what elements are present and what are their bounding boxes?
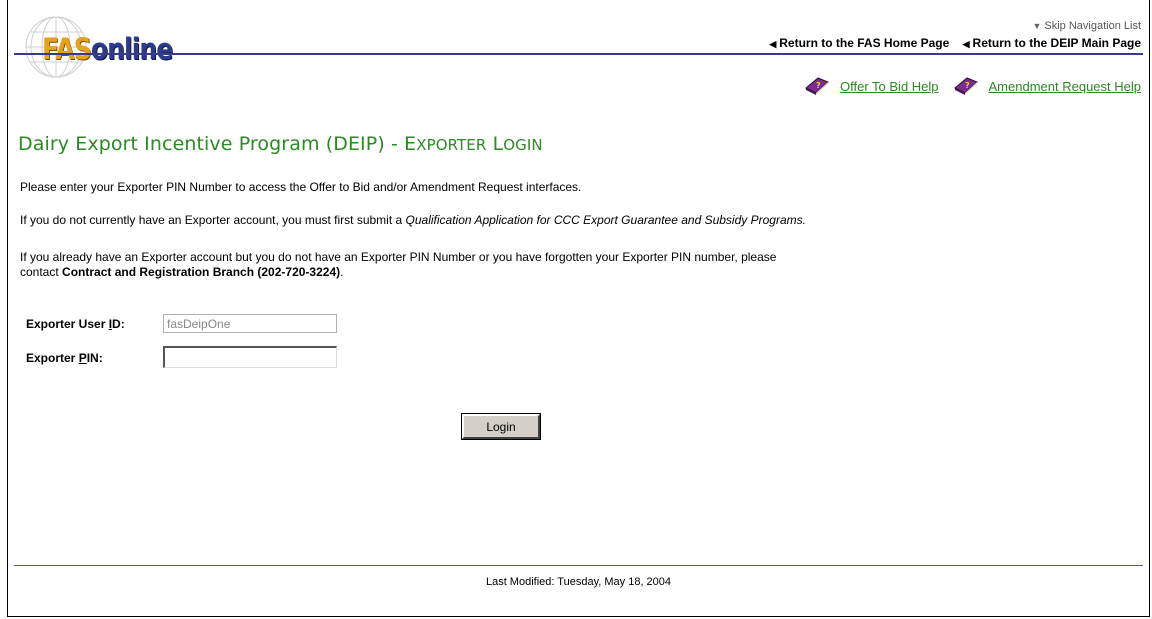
help-links: ? Offer To Bid Help ? Amendment Request … [790,76,1141,96]
skip-nav-label: Skip Navigation List [1044,20,1141,32]
page-frame: FASonline ▼ Skip Navigation List ◀ Return … [7,0,1150,617]
top-nav-links: ◀ Return to the FAS Home Page ◀ Return to … [759,36,1141,50]
logo-online: online [90,32,173,66]
last-modified: Last Modified: Tuesday, May 18, 2004 [485,576,672,588]
login-button[interactable]: Login [461,413,541,440]
instruction-paragraph: Please enter your Exporter PIN Number to… [20,180,582,194]
logo-wordmark: FASonline [42,32,173,66]
footer-divider [14,565,1143,566]
offer-to-bid-help-label[interactable]: Offer To Bid Help [840,79,939,94]
qualification-application-title: Qualification Application for CCC Export… [405,213,806,227]
fas-home-label: Return to the FAS Home Page [779,36,950,50]
contact-text-pre: contact [20,265,63,279]
title-l-rest: OGIN [503,136,543,154]
fas-home-link[interactable]: ◀ Return to the FAS Home Page [769,36,949,50]
pin-label-post: IN: [86,351,103,365]
deip-main-label: Return to the DEIP Main Page [972,36,1141,50]
userid-label: Exporter User ID: [26,317,125,331]
title-e-rest: XPORTER [416,136,487,154]
page-title: Dairy Export Incentive Program (DEIP) - … [18,133,543,155]
fasonline-logo[interactable]: FASonline [22,14,222,80]
arrow-left-icon: ◀ [962,39,970,49]
exporter-userid-field[interactable] [163,314,337,333]
svg-text:?: ? [816,81,821,90]
offer-to-bid-help-link[interactable]: ? Offer To Bid Help [804,76,939,96]
pin-label-pre: Exporter [26,351,79,365]
amendment-request-help-link[interactable]: ? Amendment Request Help [953,76,1141,96]
pin-label-accesskey: P [78,351,87,365]
pin-label: Exporter PIN: [26,351,103,365]
contact-text-line1: If you already have an Exporter account … [20,250,777,264]
svg-text:?: ? [965,81,970,90]
help-book-icon: ? [953,77,978,95]
deip-main-link[interactable]: ◀ Return to the DEIP Main Page [963,36,1141,50]
qualification-text: If you do not currently have an Exporter… [20,213,406,227]
qualification-paragraph: If you do not currently have an Exporter… [20,213,970,228]
userid-label-pre: Exporter User [26,317,109,331]
logo-fas: FAS [42,32,92,66]
amendment-request-help-label[interactable]: Amendment Request Help [989,79,1141,94]
arrow-left-icon: ◀ [769,39,777,49]
exporter-pin-field[interactable] [163,346,337,368]
contract-registration-branch: Contract and Registration Branch (202-72… [62,265,341,279]
header-divider [14,53,1143,55]
triangle-down-icon: ▼ [1032,21,1042,31]
title-e-cap: E [404,133,417,155]
title-l-cap: L [492,133,504,155]
title-main: Dairy Export Incentive Program (DEIP) - [18,133,405,155]
userid-label-post: D: [112,317,125,331]
contact-text-post: . [340,265,344,279]
skip-navigation-link[interactable]: ▼ Skip Navigation List [1032,20,1141,32]
help-book-icon: ? [805,77,829,95]
contact-paragraph: If you already have an Exporter account … [20,250,970,280]
